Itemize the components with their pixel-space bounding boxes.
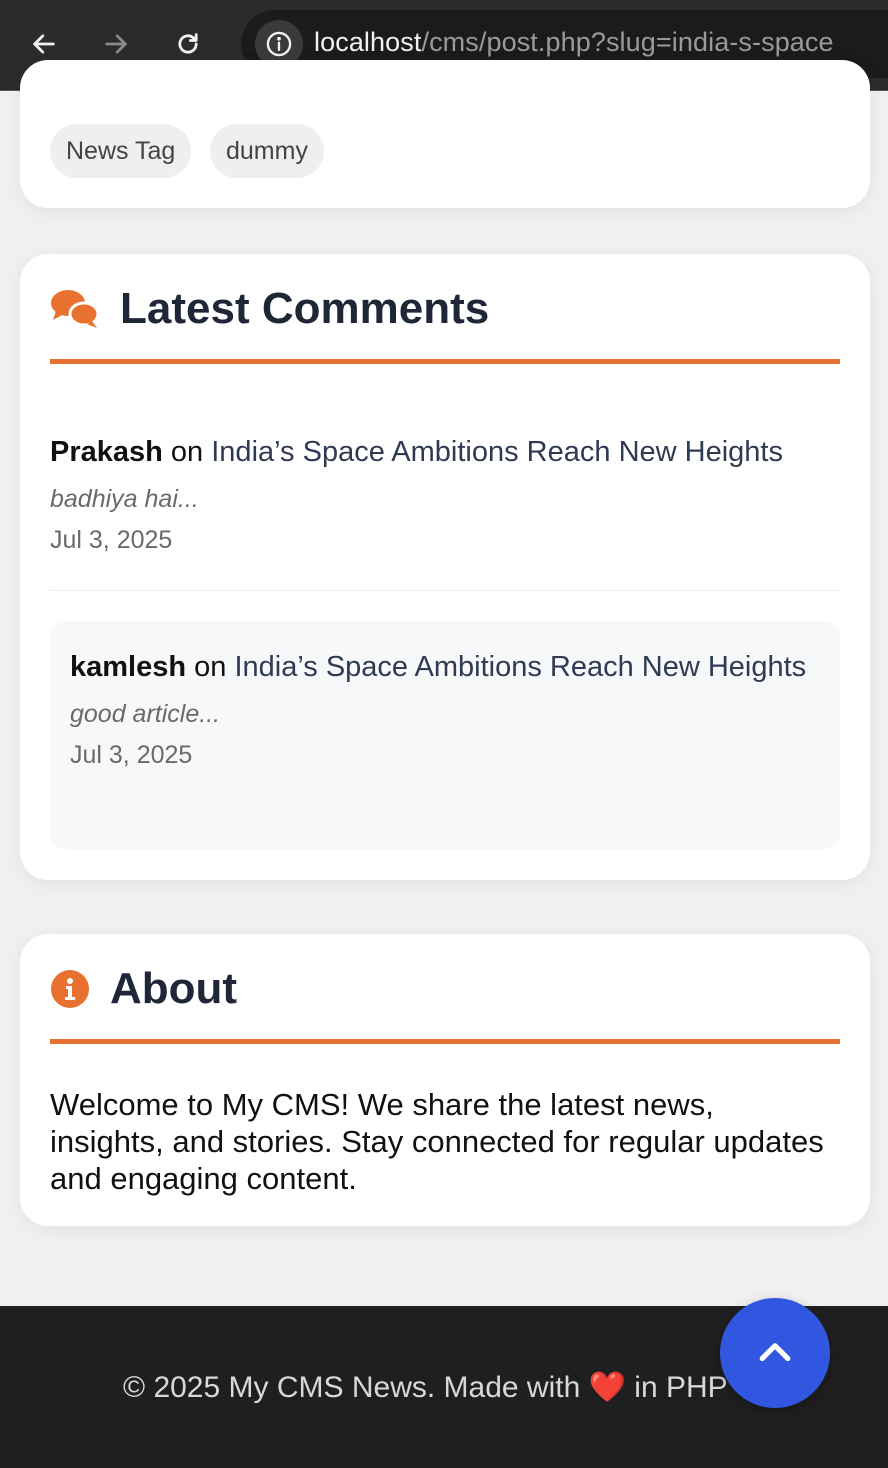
comment-post-link[interactable]: India’s Space Ambitions Reach New Height…: [211, 436, 783, 468]
url-path: /cms/post.php?slug=india-s-space: [421, 27, 834, 57]
comment-text: good article...: [70, 700, 221, 728]
comment-item: Prakash on India’s Space Ambitions Reach…: [50, 430, 840, 555]
scroll-to-top-button[interactable]: [720, 1298, 830, 1408]
footer-tech: in PHP: [625, 1371, 728, 1404]
comments-title: Latest Comments: [120, 284, 490, 333]
tag-dummy[interactable]: dummy: [210, 124, 324, 178]
comment-divider: [50, 590, 840, 591]
comment-author: kamlesh: [70, 651, 187, 683]
tags-card: News Tag dummy: [20, 60, 870, 208]
about-text: Welcome to My CMS! We share the latest n…: [50, 1087, 824, 1196]
about-title: About: [110, 964, 238, 1013]
info-circle-icon: [51, 970, 89, 1008]
comment-on-label: on: [170, 436, 204, 468]
comment-date: Jul 3, 2025: [70, 741, 193, 769]
comment-header: kamlesh on India’s Space Ambitions Reach…: [70, 645, 820, 690]
comments-icon: [51, 290, 100, 328]
arrow-right-icon: [105, 34, 127, 54]
comment-item: kamlesh on India’s Space Ambitions Reach…: [50, 621, 840, 849]
tag-news-tag[interactable]: News Tag: [50, 124, 192, 178]
latest-comments-card: Latest Comments Prakash on India’s Space…: [20, 254, 870, 880]
about-card: About Welcome to My CMS! We share the la…: [20, 934, 870, 1226]
comment-author: Prakash: [50, 436, 163, 468]
footer-copyright: © 2025 My CMS News. Made with: [123, 1371, 589, 1404]
heart-icon: ❤️: [588, 1371, 626, 1404]
heading-underline: [50, 1039, 840, 1044]
comment-post-link[interactable]: India’s Space Ambitions Reach New Height…: [234, 651, 806, 683]
comment-header: Prakash on India’s Space Ambitions Reach…: [50, 430, 840, 475]
footer-text: © 2025 My CMS News. Made with ❤️ in PHP: [123, 1370, 728, 1405]
comment-text: badhiya hai...: [50, 485, 199, 513]
url-host: localhost: [314, 27, 422, 57]
about-heading: About: [50, 964, 237, 1014]
reload-icon: [178, 33, 198, 54]
info-icon: [266, 31, 292, 57]
url-text[interactable]: localhost/cms/post.php?slug=india-s-spac…: [314, 27, 834, 58]
heading-underline: [50, 359, 840, 364]
chevron-up-icon: [759, 1343, 791, 1362]
arrow-left-icon: [33, 34, 55, 54]
comments-heading: Latest Comments: [50, 284, 489, 334]
comment-date: Jul 3, 2025: [50, 526, 173, 554]
comment-on-label: on: [194, 651, 227, 683]
